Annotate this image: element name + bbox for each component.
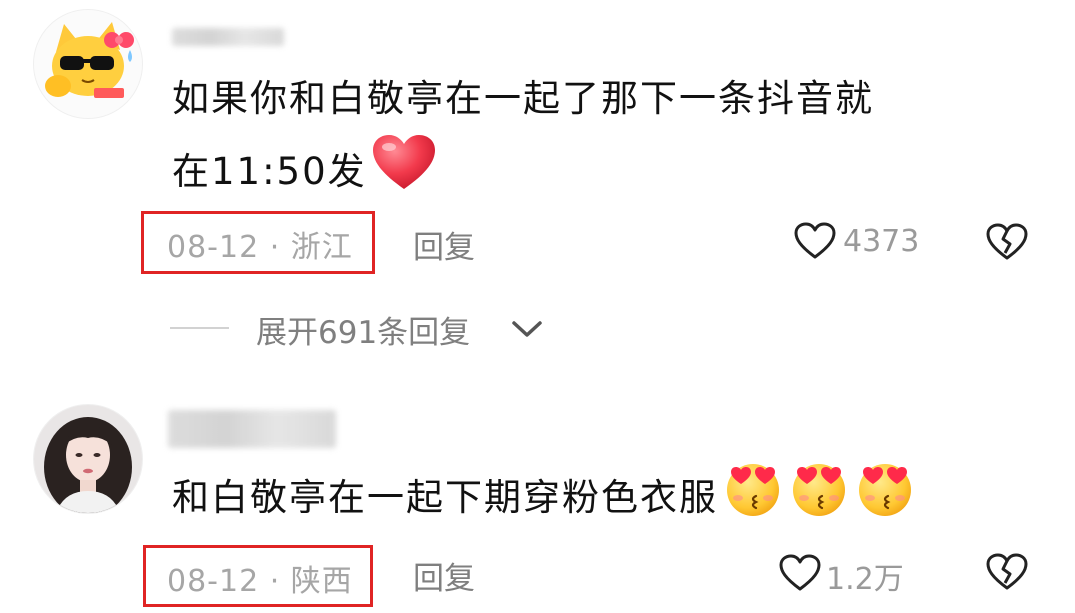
comment-list: 如果你和白敬亭在一起了那下一条抖音就 在11:50发 08-12 · 浙江 回复… <box>0 0 1075 613</box>
cartoon-cat-sunglasses-icon <box>34 10 142 118</box>
heart-eyes-kiss-emoji <box>788 458 850 541</box>
broken-heart-icon[interactable] <box>986 553 1028 595</box>
comment-text-segment: 在11:50发 <box>172 150 367 193</box>
heart-eyes-kiss-emoji <box>722 458 784 541</box>
comment-text-row: 和白敬亭在一起下期穿粉色衣服 <box>172 458 916 541</box>
comment-text: 如果你和白敬亭在一起了那下一条抖音就 <box>172 77 874 120</box>
heart-outline-icon[interactable] <box>779 554 821 596</box>
expand-divider <box>170 327 229 329</box>
username-blurred[interactable] <box>172 28 284 46</box>
broken-heart-icon[interactable] <box>986 223 1028 265</box>
red-heart-icon <box>371 133 437 214</box>
heart-outline-icon[interactable] <box>794 222 836 264</box>
like-count: 4373 <box>843 224 920 259</box>
comment-text: 和白敬亭在一起下期穿粉色衣服 <box>172 476 718 519</box>
reply-button[interactable]: 回复 <box>413 222 475 267</box>
reply-button[interactable]: 回复 <box>413 553 475 598</box>
comment-text-line2: 在11:50发 <box>172 133 437 214</box>
date-location: 08-12 · 陕西 <box>167 564 353 599</box>
chevron-down-icon[interactable] <box>510 318 544 344</box>
heart-eyes-kiss-emoji <box>854 458 916 541</box>
avatar[interactable] <box>33 9 143 119</box>
expand-replies-button[interactable]: 展开691条回复 <box>256 307 470 352</box>
username-blurred[interactable] <box>168 410 336 448</box>
like-count: 1.2万 <box>826 562 904 597</box>
girl-portrait-avatar <box>34 405 142 513</box>
date-location: 08-12 · 浙江 <box>167 230 353 265</box>
avatar[interactable] <box>33 404 143 514</box>
